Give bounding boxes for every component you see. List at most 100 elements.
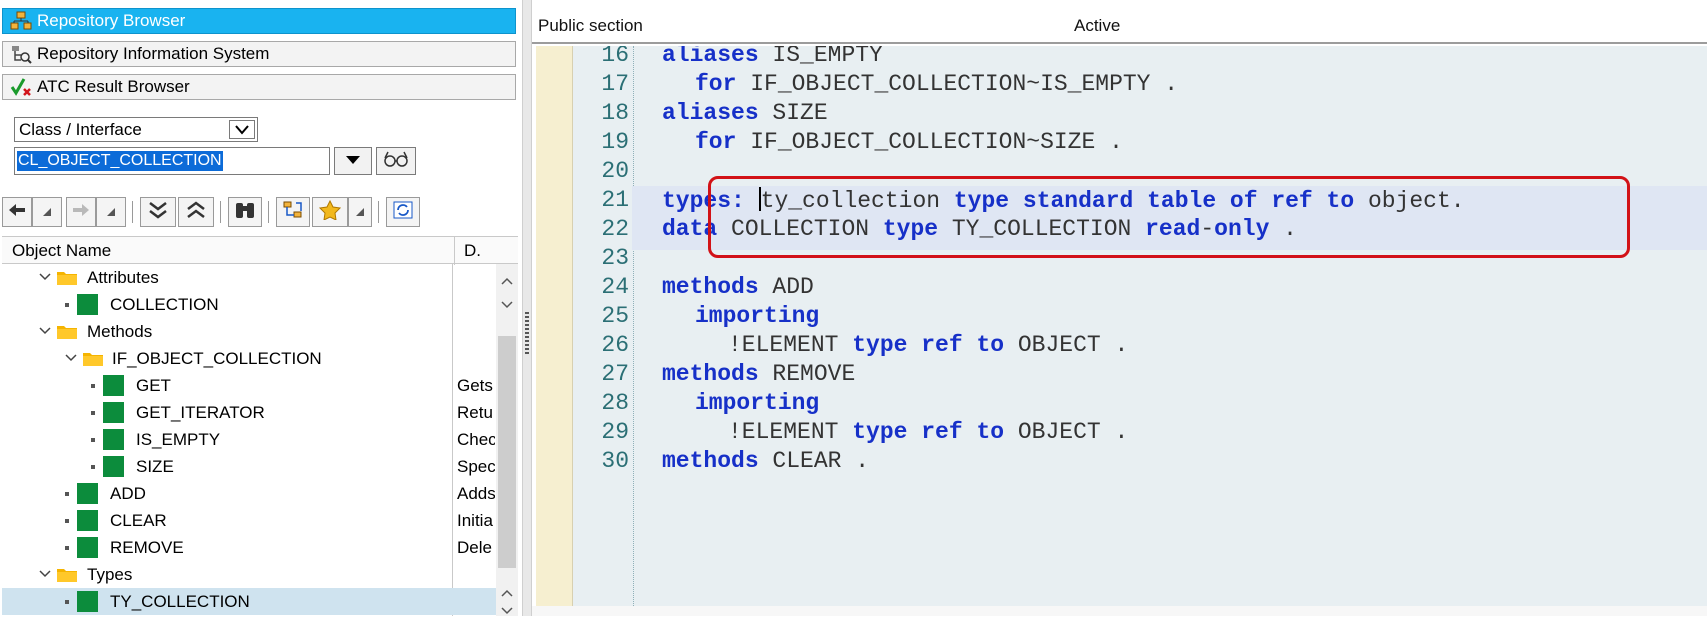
code-line[interactable]: !ELEMENT type ref to OBJECT . — [728, 332, 1128, 358]
method-icon — [77, 537, 98, 558]
expand-all-button[interactable] — [140, 197, 176, 227]
line-number: 17 — [601, 71, 629, 97]
code-line[interactable]: methods ADD — [662, 274, 814, 300]
binoculars-icon — [234, 200, 256, 225]
tree-folder-if-object-collection[interactable]: IF_OBJECT_COLLECTION — [2, 345, 496, 372]
tree-item-is-empty[interactable]: IS_EMPTY Chec — [2, 426, 496, 453]
code-text: ADD — [758, 274, 814, 300]
pane-splitter[interactable] — [522, 0, 532, 616]
tree-item-add[interactable]: ADD Adds — [2, 480, 496, 507]
code-line[interactable]: methods CLEAR . — [662, 448, 869, 474]
code-text: IF_OBJECT_COLLECTION~SIZE . — [736, 129, 1123, 155]
code-line[interactable]: importing — [695, 303, 819, 329]
display-object-button[interactable] — [376, 147, 416, 175]
hierarchy-icon — [282, 200, 304, 225]
tree-folder-types[interactable]: Types — [2, 561, 496, 588]
code-line[interactable]: for IF_OBJECT_COLLECTION~IS_EMPTY . — [695, 71, 1178, 97]
line-number: 16 — [601, 46, 629, 68]
tree-item-ty-collection[interactable]: TY_COLLECTION — [2, 588, 496, 615]
code-line[interactable]: methods REMOVE — [662, 361, 855, 387]
code-keyword: aliases — [662, 100, 759, 126]
chevron-down-icon[interactable] — [64, 350, 78, 364]
refresh-button[interactable] — [386, 197, 420, 227]
line-number: 28 — [601, 390, 629, 416]
code-keyword: methods — [662, 274, 759, 300]
favorites-menu-button[interactable] — [348, 197, 372, 227]
atc-result-browser-button[interactable]: ATC Result Browser — [2, 74, 516, 100]
method-icon — [77, 510, 98, 531]
tree-label: GET — [136, 376, 171, 395]
favorites-button[interactable] — [312, 197, 348, 227]
scroll-up-icon[interactable] — [501, 272, 513, 285]
tree-item-get[interactable]: GET Gets — [2, 372, 496, 399]
tree-folder-methods[interactable]: Methods — [2, 318, 496, 345]
scrollbar-thumb[interactable] — [498, 336, 516, 568]
code-keyword: methods — [662, 448, 759, 474]
favorite-star-icon — [318, 199, 342, 225]
forward-history-button[interactable] — [96, 197, 126, 227]
line-number: 21 — [601, 187, 629, 213]
chevron-down-icon[interactable] — [38, 269, 52, 283]
section-label: Public section — [538, 16, 643, 35]
tree-scrollbar[interactable] — [496, 264, 518, 616]
code-line[interactable]: for IF_OBJECT_COLLECTION~SIZE . — [695, 129, 1123, 155]
repository-information-system-label: Repository Information System — [37, 44, 270, 63]
glasses-icon — [382, 149, 410, 174]
method-icon — [103, 429, 124, 450]
tree-item-clear[interactable]: CLEAR Initia — [2, 507, 496, 534]
forward-button[interactable] — [66, 197, 96, 227]
tree-item-collection[interactable]: COLLECTION — [2, 291, 496, 318]
navigation-pane: Repository Browser Repository Informatio… — [0, 0, 522, 616]
info-system-icon — [9, 43, 33, 65]
tree-label: IS_EMPTY — [136, 430, 221, 449]
chevron-down-icon[interactable] — [38, 566, 52, 580]
tree-item-remove[interactable]: REMOVE Dele — [2, 534, 496, 561]
column-description[interactable]: D. — [464, 241, 481, 261]
code-keyword: importing — [695, 390, 820, 416]
collapse-all-button[interactable] — [178, 197, 214, 227]
atc-check-icon — [9, 76, 33, 98]
code-line[interactable]: aliases SIZE — [662, 100, 828, 126]
object-type-select[interactable]: Class / Interface — [14, 117, 258, 142]
splitter-grip-icon[interactable] — [525, 312, 529, 356]
back-history-button[interactable] — [32, 197, 62, 227]
find-button[interactable] — [228, 197, 262, 227]
method-icon — [103, 402, 124, 423]
column-object-name[interactable]: Object Name — [12, 241, 111, 261]
object-history-dropdown-button[interactable] — [334, 147, 372, 175]
code-keyword: aliases — [662, 46, 759, 68]
chevron-down-icon[interactable] — [229, 120, 255, 139]
tree-item-size[interactable]: SIZE Spec — [2, 453, 496, 480]
tree-label: Types — [87, 565, 133, 584]
code-keyword: for — [695, 129, 737, 155]
line-number: 25 — [601, 303, 629, 329]
code-text: !ELEMENT — [728, 419, 853, 445]
folder-icon — [56, 323, 78, 340]
back-button[interactable] — [2, 197, 32, 227]
line-number: 22 — [601, 216, 629, 242]
scroll-up-icon[interactable] — [501, 584, 513, 597]
scroll-down-icon[interactable] — [501, 602, 513, 615]
hierarchy-button[interactable] — [276, 197, 310, 227]
tree-item-get-iterator[interactable]: GET_ITERATOR Retu — [2, 399, 496, 426]
line-number: 23 — [601, 245, 629, 271]
line-number: 19 — [601, 129, 629, 155]
code-editor[interactable]: 16 aliases IS_EMPTY 17 for IF_OBJECT_COLLEC… — [536, 46, 1707, 606]
tree-label: REMOVE — [110, 538, 184, 557]
expand-all-icon — [147, 200, 169, 225]
tree-header: Object Name D. — [2, 236, 518, 265]
chevron-down-icon[interactable] — [38, 323, 52, 337]
tree-folder-attributes[interactable]: Attributes — [2, 264, 496, 291]
code-line[interactable]: aliases IS_EMPTY — [662, 46, 883, 68]
code-line[interactable]: !ELEMENT type ref to OBJECT . — [728, 419, 1128, 445]
code-line[interactable]: importing — [695, 390, 819, 416]
tree-label: Methods — [87, 322, 153, 341]
line-number: 29 — [601, 419, 629, 445]
tree-description: Retu — [457, 403, 493, 422]
tree-label: COLLECTION — [110, 295, 219, 314]
repository-browser-button[interactable]: Repository Browser — [2, 8, 516, 34]
tree-description: Spec — [457, 457, 495, 476]
scroll-down-icon[interactable] — [501, 296, 513, 309]
repository-information-system-button[interactable]: Repository Information System — [2, 41, 516, 67]
object-name-input[interactable]: CL_OBJECT_COLLECTION — [14, 147, 330, 175]
